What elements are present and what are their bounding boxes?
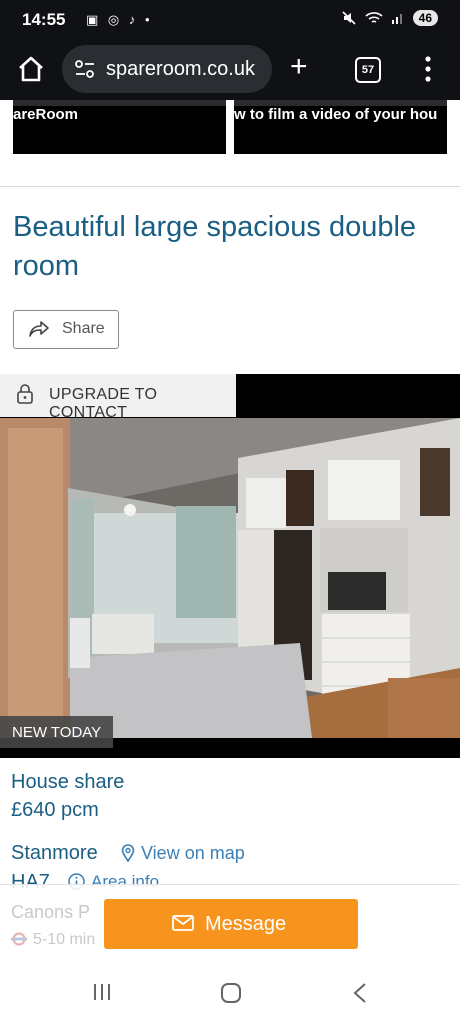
battery-indicator: 46 xyxy=(412,10,438,26)
back-nav-icon[interactable] xyxy=(352,982,368,1004)
video-thumbnail[interactable]: areRoom xyxy=(13,100,226,154)
status-time: 14:55 xyxy=(22,10,66,29)
recent-apps-icon[interactable] xyxy=(92,982,112,1002)
area-name: Stanmore xyxy=(11,842,98,864)
underground-icon xyxy=(11,932,27,946)
tab-switcher-button[interactable]: 57 xyxy=(355,57,381,83)
divider xyxy=(0,186,460,187)
room-photo xyxy=(0,418,460,738)
share-label: Share xyxy=(62,320,105,337)
message-label: Message xyxy=(205,913,287,935)
photo-gallery[interactable] xyxy=(0,374,460,758)
lock-icon xyxy=(17,384,33,404)
envelope-icon xyxy=(172,915,194,931)
site-settings-icon[interactable] xyxy=(74,59,96,79)
system-navigation-bar xyxy=(0,964,460,1024)
video-thumbnail-title: areRoom xyxy=(13,106,79,123)
price: £640 pcm xyxy=(11,799,99,821)
home-icon[interactable] xyxy=(16,54,46,84)
share-icon xyxy=(29,321,49,337)
video-thumbnail-title: w to film a video of your hou xyxy=(234,106,438,123)
video-thumbnail[interactable]: w to film a video of your hou xyxy=(234,100,447,154)
share-button[interactable]: Share xyxy=(13,310,119,349)
new-today-badge: NEW TODAY xyxy=(0,716,114,748)
property-type: House share xyxy=(11,771,125,793)
upgrade-label: UPGRADE TO CONTACT xyxy=(49,386,158,421)
view-on-map-link[interactable]: View on map xyxy=(121,843,245,864)
status-right: 46 xyxy=(341,10,438,26)
new-tab-icon[interactable]: + xyxy=(290,52,308,82)
status-bar: 14:55 ▣ ◎ ♪ • 46 xyxy=(0,0,460,40)
listing-title: Beautiful large spacious double room xyxy=(13,211,417,282)
message-button[interactable]: Message xyxy=(104,899,358,949)
notification-icons: ▣ ◎ ♪ • xyxy=(86,12,153,27)
map-pin-icon xyxy=(121,844,135,863)
station-walk-time: 5-10 min xyxy=(11,931,95,949)
home-nav-icon[interactable] xyxy=(220,982,242,1004)
station-name: Canons P xyxy=(11,902,91,922)
browser-toolbar: spareroom.co.uk + 57 xyxy=(0,40,460,100)
url-text: spareroom.co.uk xyxy=(106,58,255,80)
upgrade-to-contact-button[interactable]: UPGRADE TO CONTACT xyxy=(0,374,236,421)
mute-icon xyxy=(342,11,356,25)
wifi-icon xyxy=(365,12,383,23)
more-menu-icon[interactable] xyxy=(424,54,432,84)
signal-icon xyxy=(391,14,402,24)
view-on-map-label: View on map xyxy=(141,843,245,863)
address-bar[interactable]: spareroom.co.uk xyxy=(62,45,272,93)
